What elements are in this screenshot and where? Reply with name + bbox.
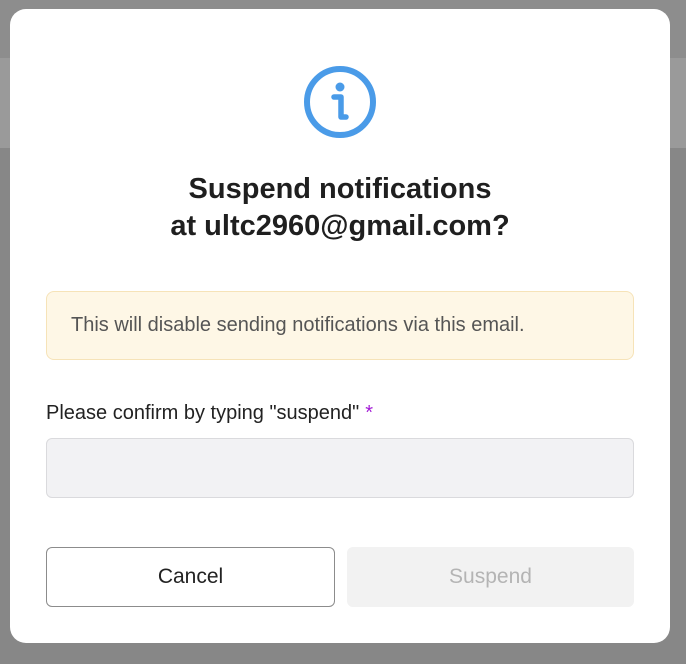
confirm-field-label-text: Please confirm by typing "suspend" bbox=[46, 402, 360, 424]
info-icon bbox=[304, 66, 376, 138]
confirm-field-label: Please confirm by typing "suspend" * bbox=[46, 402, 373, 425]
warning-alert: This will disable sending notifications … bbox=[46, 291, 634, 360]
dialog-title-line-1: Suspend notifications bbox=[188, 173, 492, 205]
confirm-input[interactable] bbox=[46, 438, 634, 498]
cancel-button[interactable]: Cancel bbox=[46, 547, 335, 607]
warning-alert-text: This will disable sending notifications … bbox=[71, 314, 525, 336]
required-marker: * bbox=[365, 402, 374, 424]
suspend-button[interactable]: Suspend bbox=[347, 547, 634, 607]
dialog-title: Suspend notifications at ultc2960@gmail.… bbox=[10, 171, 670, 245]
dialog-title-line-2: at ultc2960@gmail.com? bbox=[170, 210, 510, 242]
suspend-notifications-dialog: Suspend notifications at ultc2960@gmail.… bbox=[10, 9, 670, 643]
